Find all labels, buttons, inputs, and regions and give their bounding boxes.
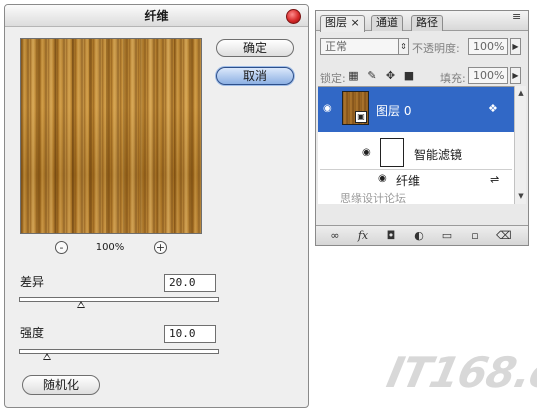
strength-slider-thumb[interactable]: [43, 353, 51, 360]
layers-panel: 图层 × 通道 路径 ≡ 正常 ⇕ 不透明度: 100% ▶ 锁定: ▦ ✎ ✥…: [315, 10, 529, 246]
dialog-title: 纤维: [5, 5, 308, 27]
layers-scrollbar[interactable]: ▲ ▼: [514, 86, 526, 204]
smart-filters-eye-icon[interactable]: ◉: [362, 147, 371, 158]
filter-mask-thumbnail[interactable]: [380, 138, 404, 167]
fibers-dialog: 纤维 - 100% + 确定 取消 差异 20.0 强度 10.0 随机化: [4, 4, 309, 408]
zoom-in-icon[interactable]: +: [154, 241, 167, 254]
variance-field[interactable]: 20.0: [164, 274, 216, 292]
lock-options: ▦ ✎ ✥ ■: [348, 68, 419, 81]
scroll-down-icon[interactable]: ▼: [516, 191, 526, 201]
filter-options-icon[interactable]: ⇌: [490, 173, 499, 186]
site-logo: IT168.com: [383, 348, 537, 397]
cancel-button[interactable]: 取消: [216, 67, 294, 85]
layer-style-icon[interactable]: ❖: [488, 102, 498, 115]
fill-arrow-icon[interactable]: ▶: [510, 67, 521, 84]
smart-filters-label: 智能滤镜: [414, 148, 463, 162]
opacity-field[interactable]: 100%: [468, 38, 508, 55]
smart-object-badge-icon: ▣: [355, 111, 367, 123]
lock-transparent-icon[interactable]: ▦: [348, 70, 359, 81]
lock-label: 锁定:: [320, 72, 346, 85]
filter-name[interactable]: 纤维: [396, 172, 420, 189]
delete-layer-icon[interactable]: ⌫: [496, 229, 512, 243]
scroll-up-icon[interactable]: ▲: [516, 88, 526, 98]
ok-button[interactable]: 确定: [216, 39, 294, 57]
variance-slider-track[interactable]: [19, 297, 219, 302]
fill-field[interactable]: 100%: [468, 67, 508, 84]
lock-all-icon[interactable]: ■: [404, 70, 415, 81]
panel-menu-icon[interactable]: ≡: [512, 11, 521, 22]
layer-row-selected[interactable]: ◉ ▣ 图层 0 ❖: [318, 87, 514, 132]
tab-paths[interactable]: 路径: [411, 15, 443, 31]
layer-name[interactable]: 图层 0: [376, 102, 411, 119]
variance-slider-thumb[interactable]: [77, 301, 85, 308]
opacity-arrow-icon[interactable]: ▶: [510, 38, 521, 55]
lock-position-icon[interactable]: ✥: [385, 70, 396, 81]
adjustment-layer-icon[interactable]: ◐: [412, 229, 426, 243]
row-divider: [320, 169, 512, 170]
opacity-label: 不透明度:: [412, 42, 460, 55]
logo-text: IT168.com: [382, 348, 537, 397]
zoom-out-icon[interactable]: -: [55, 241, 68, 254]
layers-list: ◉ ▣ 图层 0 ❖ ◉ 智能滤镜 ◉ 纤维 ⇌ 思缘设计论坛 www.MISS…: [318, 86, 514, 204]
close-icon[interactable]: [286, 9, 301, 24]
layer-style-fx-icon[interactable]: fx: [356, 229, 370, 243]
add-mask-icon[interactable]: ◘: [384, 229, 398, 243]
tab-channels[interactable]: 通道: [371, 15, 403, 31]
blend-mode-value: 正常: [325, 40, 347, 53]
new-group-icon[interactable]: ▭: [440, 229, 454, 243]
lock-image-icon[interactable]: ✎: [367, 70, 378, 81]
link-layers-icon[interactable]: ∞: [328, 229, 342, 243]
zoom-level: 100%: [95, 242, 125, 253]
visibility-eye-icon[interactable]: ◉: [323, 103, 332, 114]
new-layer-icon[interactable]: ▫: [468, 229, 482, 243]
watermark-text: 思缘设计论坛 www.MISSYUAN.COM: [340, 192, 406, 204]
panel-footer: ∞ fx ◘ ◐ ▭ ▫ ⌫: [316, 225, 528, 245]
preview-image[interactable]: [20, 38, 202, 234]
fill-label: 填充:: [440, 72, 466, 85]
filter-eye-icon[interactable]: ◉: [378, 173, 387, 184]
blend-mode-select[interactable]: 正常: [320, 38, 406, 55]
blend-mode-arrow-icon[interactable]: ⇕: [398, 38, 409, 55]
strength-field[interactable]: 10.0: [164, 325, 216, 343]
variance-label: 差异: [20, 275, 45, 289]
panel-tab-bar: 图层 × 通道 路径 ≡: [316, 11, 528, 32]
tab-layers[interactable]: 图层 ×: [320, 15, 365, 32]
randomize-button[interactable]: 随机化: [22, 375, 100, 395]
strength-label: 强度: [20, 326, 45, 340]
